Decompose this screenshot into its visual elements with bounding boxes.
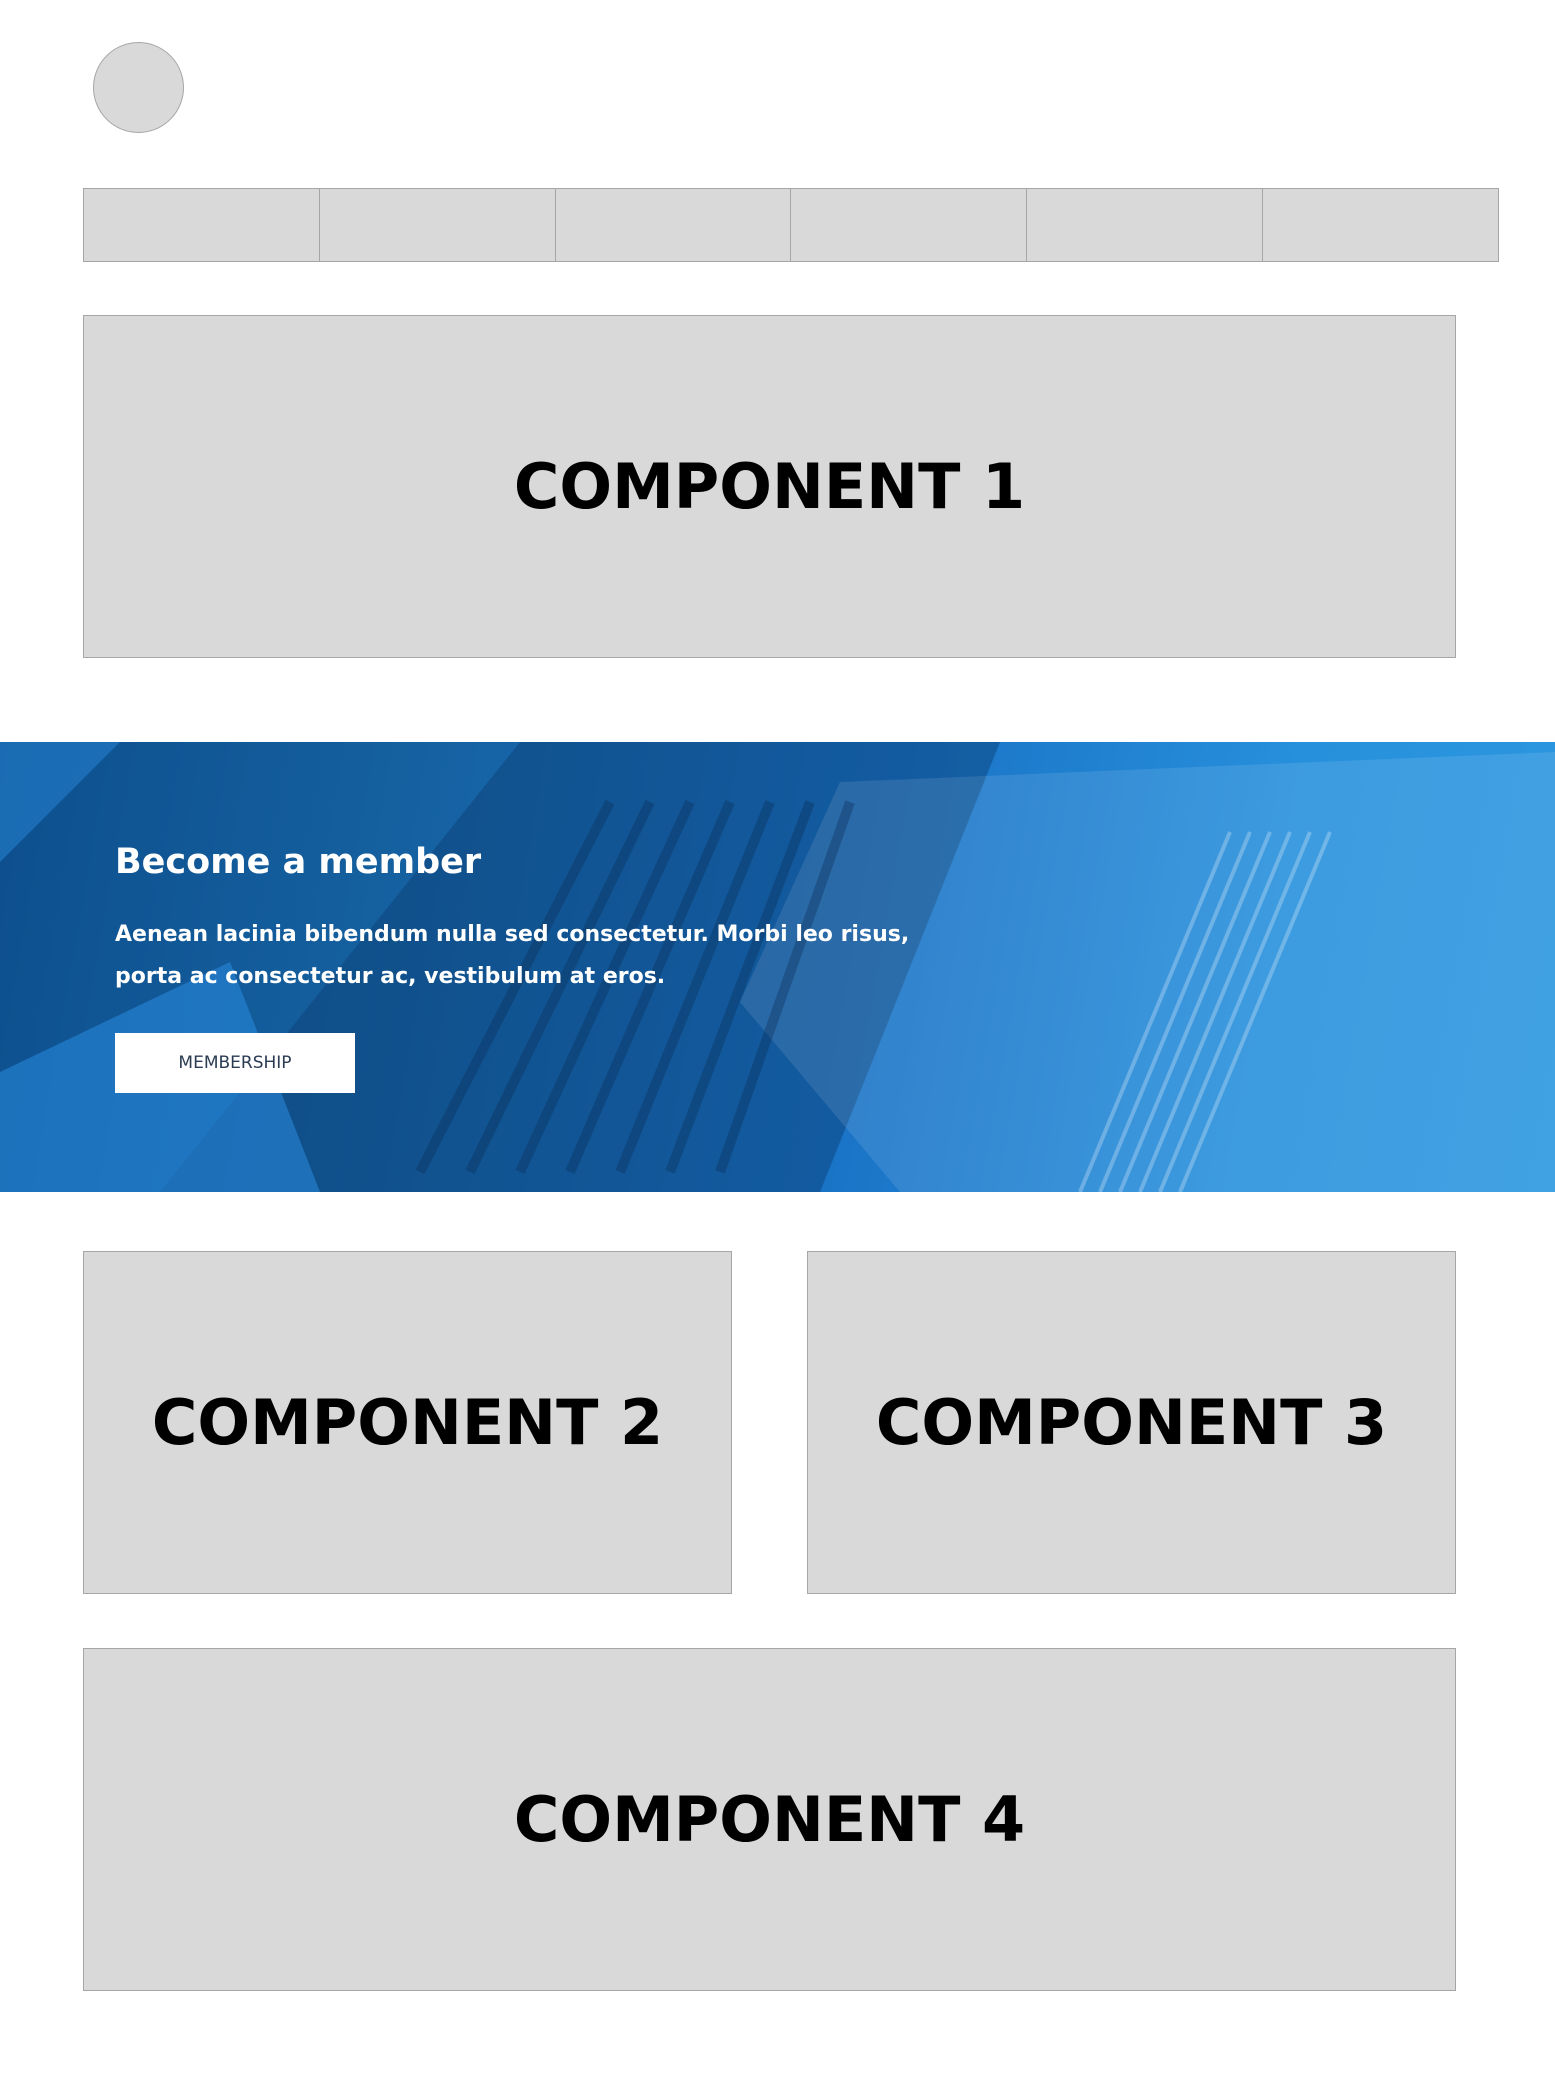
- banner-body: Aenean lacinia bibendum nulla sed consec…: [115, 922, 910, 989]
- nav-item-4[interactable]: [790, 188, 1028, 262]
- component-1-label: COMPONENT 1: [513, 450, 1026, 523]
- component-3-label: COMPONENT 3: [875, 1386, 1388, 1459]
- nav-item-3[interactable]: [554, 188, 792, 262]
- nav-item-5[interactable]: [1026, 188, 1264, 262]
- logo-placeholder[interactable]: [93, 42, 184, 133]
- membership-banner: Become a member Aenean lacinia bibendum …: [0, 742, 1555, 1192]
- nav-bar: [83, 188, 1499, 262]
- nav-item-2[interactable]: [318, 188, 556, 262]
- component-1: COMPONENT 1: [83, 315, 1456, 658]
- membership-button[interactable]: MEMBERSHIP: [115, 1033, 355, 1093]
- nav-item-6[interactable]: [1262, 188, 1499, 262]
- banner-title: Become a member: [115, 842, 482, 882]
- component-2-label: COMPONENT 2: [151, 1386, 664, 1459]
- component-4-label: COMPONENT 4: [513, 1783, 1026, 1856]
- nav-item-1[interactable]: [83, 188, 320, 262]
- component-3: COMPONENT 3: [807, 1251, 1456, 1594]
- component-2: COMPONENT 2: [83, 1251, 732, 1594]
- component-4: COMPONENT 4: [83, 1648, 1456, 1991]
